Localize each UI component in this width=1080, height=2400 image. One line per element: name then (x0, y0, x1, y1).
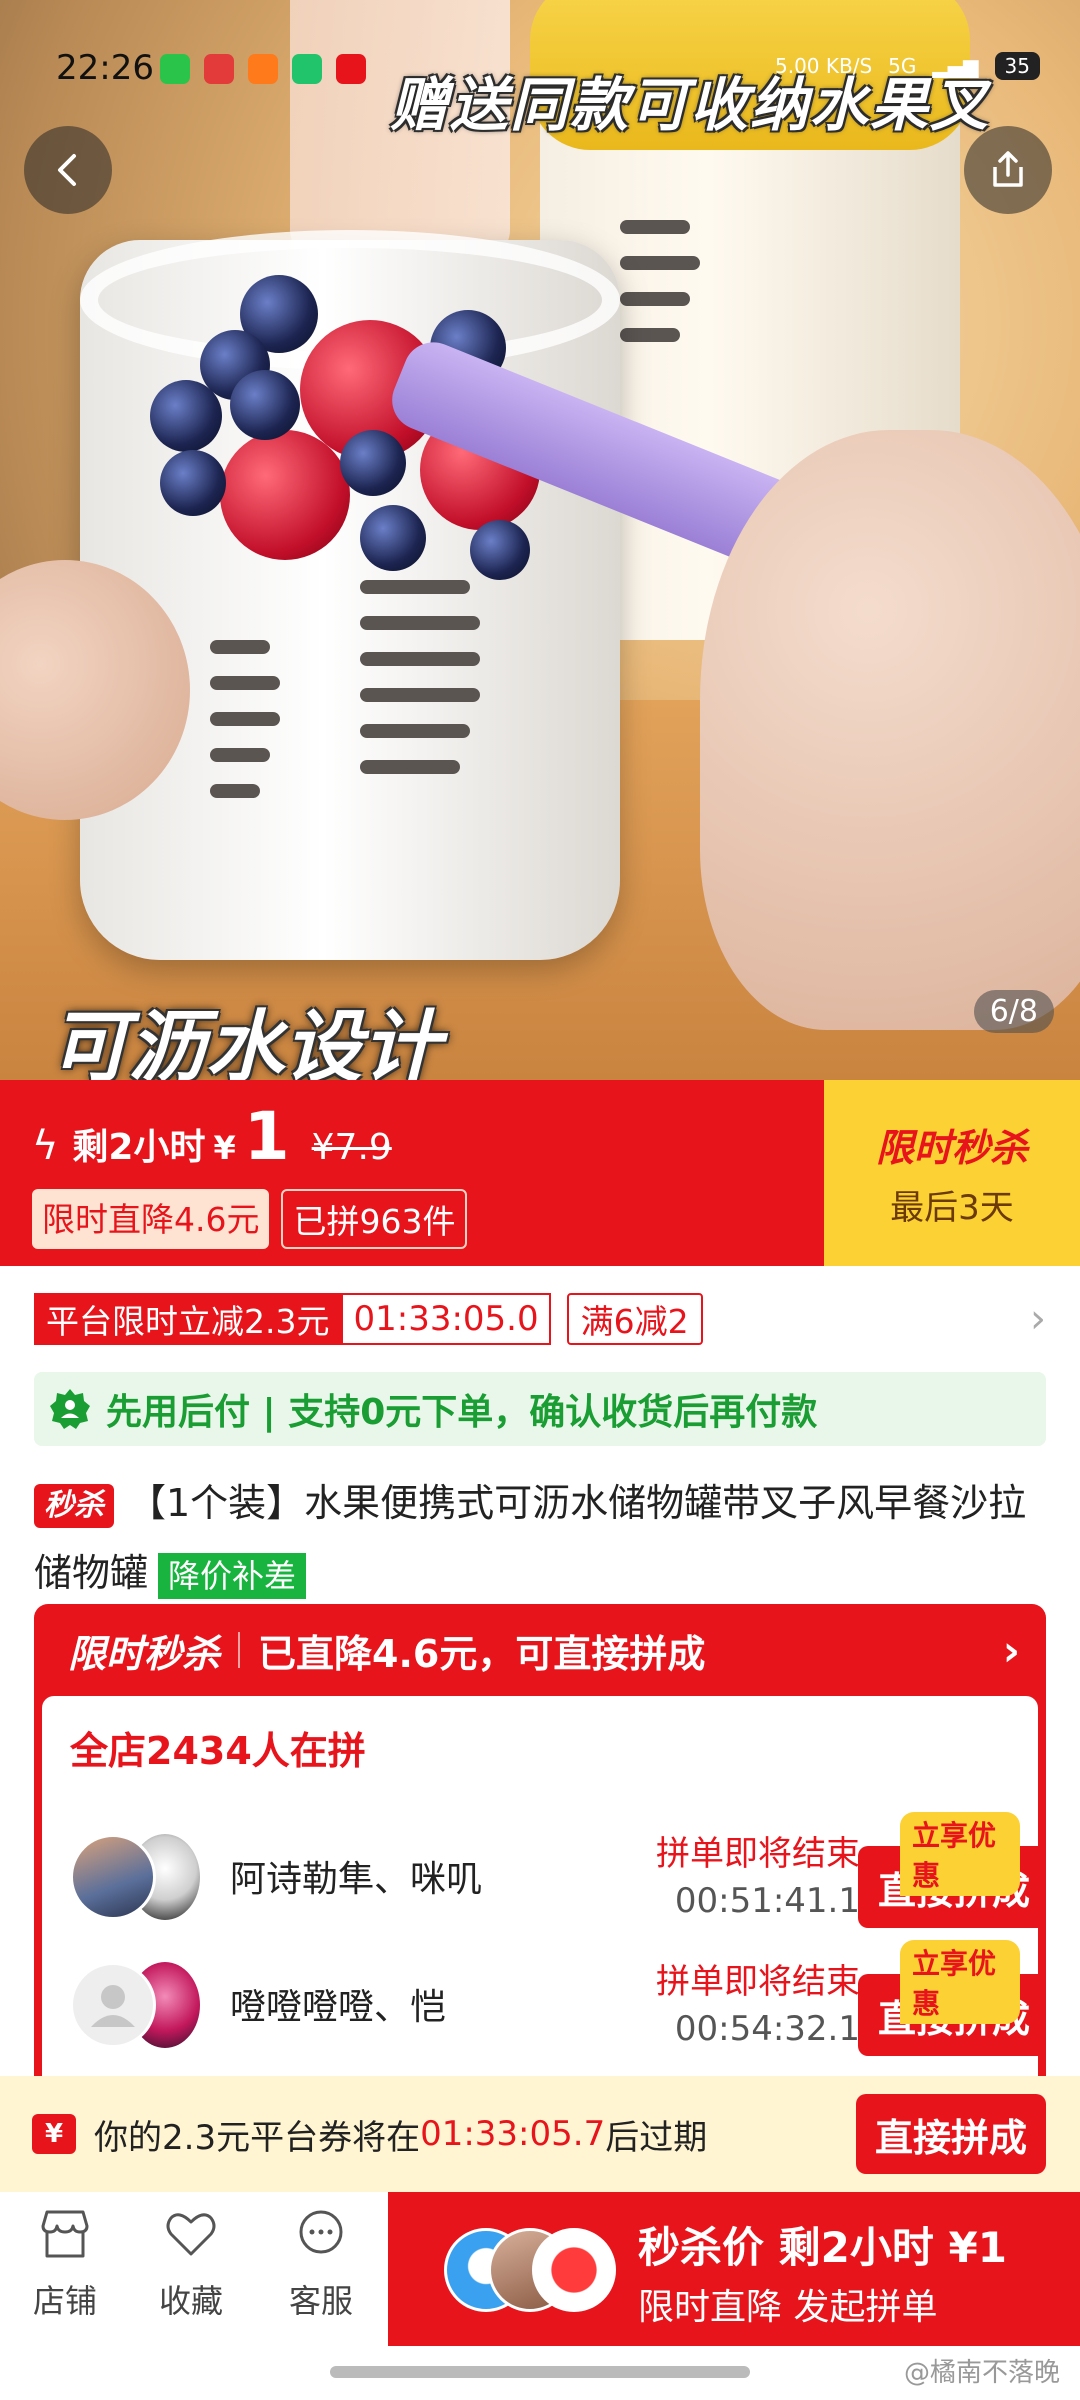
avatar (70, 1834, 156, 1920)
avatar-stack (444, 2228, 616, 2312)
blueberry (150, 380, 222, 452)
pay-later-text: 先用后付 | 支持0元下单，确认收货后再付款 (106, 1392, 818, 1433)
group-member-names: 阿诗勒隼、咪叽 (230, 1859, 483, 1900)
instant-discount-tag: 立享优惠 (900, 1940, 1020, 2024)
blueberry (340, 430, 406, 496)
remaining-time-label: 剩2小时 (72, 1127, 206, 1168)
pay-later-banner[interactable]: 先用后付 | 支持0元下单，确认收货后再付款 (34, 1372, 1046, 1446)
cta-action-line: 限时直降 发起拼单 (638, 2287, 938, 2328)
wechat-icon (160, 54, 190, 84)
original-price: ¥7.9 (311, 1127, 392, 1168)
shop-button[interactable]: 店铺 (10, 2208, 120, 2322)
group-ending-countdown: 00:54:32.1 (674, 2009, 860, 2049)
taobao-icon (248, 54, 278, 84)
coupon-expiry-bar: ¥ 你的2.3元平台券将在 01:33:05.7 后过期 直接拼成 (0, 2076, 1080, 2192)
group-buy-count: 全店2434人在拼 (70, 1729, 366, 1773)
share-icon (993, 151, 1023, 187)
battery-level: 35 (994, 52, 1040, 80)
platform-discount: 平台限时立减2.3元 (34, 1293, 342, 1345)
bottom-action-bar: 店铺 收藏 客服 秒杀价 剩2小时 ¥1 限时直降 发起拼单 (0, 2192, 1080, 2346)
status-time: 22:26 (56, 48, 154, 88)
coupon-icon: ¥ (32, 2114, 76, 2154)
seckill-badge: 秒杀 (34, 1483, 114, 1528)
sale-price: 1 (243, 1098, 290, 1175)
coupon-row[interactable]: 平台限时立减2.3元 01:33:05.0 满6减2 › (34, 1292, 1046, 1346)
group-ending-countdown: 00:51:41.1 (674, 1881, 860, 1921)
divider (238, 1632, 241, 1668)
chevron-right-icon: › (1030, 1296, 1046, 1342)
product-image[interactable]: 赠送同款可收纳水果叉 可沥水设计 (0, 0, 1080, 1080)
price-subsidy-badge[interactable]: 降价补差 (158, 1552, 307, 1599)
cta-price-line: 秒杀价 剩2小时 ¥1 (638, 2223, 1007, 2272)
service-button[interactable]: 客服 (266, 2208, 376, 2322)
chevron-left-icon (58, 154, 76, 186)
group-buy-panel: 限时秒杀 已直降4.6元，可直接拼成 › 全店2434人在拼 阿诗勒隼、咪叽 拼… (34, 1604, 1046, 2124)
expiry-text-after: 后过期 (605, 2117, 708, 2158)
discount-countdown: 01:33:05.0 (341, 1293, 551, 1345)
signal-label: 5G (888, 54, 917, 78)
lightning-icon: ϟ (32, 1123, 59, 1169)
image-counter: 6/8 (973, 990, 1054, 1033)
flash-sale-title: 限时秒杀 (875, 1126, 1028, 1170)
bank-app-icon (204, 54, 234, 84)
list-item: 噔噔噔噔、恺 拼单即将结束 00:54:32.1 直接拼成 立享优惠 (70, 1940, 1046, 2056)
avatar (70, 1962, 156, 2048)
strawberry (220, 430, 350, 560)
default-user-icon (91, 1985, 135, 2027)
message-app-icon (292, 54, 322, 84)
price-banner: ϟ 剩2小时 ¥ 1 ¥7.9 限时直降4.6元 已拼963件 限时秒杀 最后3… (0, 1080, 1080, 1266)
expiry-join-button[interactable]: 直接拼成 (856, 2094, 1046, 2174)
flash-sale-badge: 限时秒杀 最后3天 (824, 1080, 1080, 1266)
blueberry (470, 520, 530, 580)
notification-icons (160, 54, 366, 84)
list-item: 阿诗勒隼、咪叽 拼单即将结束 00:51:41.1 直接拼成 立享优惠 (70, 1812, 1046, 1928)
product-title: 秒杀 【1个装】水果便携式可沥水储物罐带叉子风早餐沙拉储物罐 降价补差 (34, 1468, 1054, 1608)
chevron-right-icon: › (1002, 1625, 1020, 1675)
share-button[interactable] (964, 126, 1052, 214)
shop-label: 店铺 (32, 2282, 97, 2320)
group-ending-label: 拼单即将结束 (656, 1834, 860, 1874)
tmall-icon (336, 54, 366, 84)
chat-bubble-icon (299, 2210, 343, 2254)
pay-later-badge-icon (50, 1389, 90, 1429)
instant-discount-tag: 立享优惠 (900, 1812, 1020, 1896)
group-ending: 拼单即将结束 00:54:32.1 (620, 1954, 860, 2049)
blueberry (360, 505, 426, 571)
price-drop-tag: 限时直降4.6元 (32, 1189, 270, 1249)
group-buy-list: 全店2434人在拼 阿诗勒隼、咪叽 拼单即将结束 00:51:41.1 直接拼成… (42, 1696, 1046, 2124)
group-buy-flash-label: 限时秒杀 (68, 1631, 221, 1676)
service-label: 客服 (288, 2282, 353, 2320)
heart-icon (166, 2213, 216, 2256)
watermark: @橘南不落晚 (903, 2358, 1060, 2388)
signal-icon: ▂▄▆ (932, 54, 979, 78)
fruit-cup-slots (360, 580, 480, 774)
group-buy-header-text: 已直降4.6元，可直接拼成 (258, 1631, 706, 1676)
group-ending-label: 拼单即将结束 (656, 1962, 860, 2002)
home-indicator[interactable] (330, 2366, 750, 2378)
currency-symbol: ¥ (213, 1129, 236, 1167)
blueberry (230, 370, 300, 440)
network-speed: 5.00 KB/S (774, 54, 873, 78)
avatar (532, 2228, 616, 2312)
start-group-buy-button[interactable]: 秒杀价 剩2小时 ¥1 限时直降 发起拼单 (388, 2192, 1080, 2346)
store-icon (41, 2210, 89, 2258)
flash-sale-subtitle: 最后3天 (890, 1188, 1014, 1228)
hand-right (700, 430, 1080, 1030)
group-buy-header[interactable]: 限时秒杀 已直降4.6元，可直接拼成 › (34, 1604, 1046, 1696)
status-right: 5.00 KB/S 5G ▂▄▆ 35 (775, 52, 1040, 80)
group-member-names: 噔噔噔噔、恺 (230, 1987, 447, 2028)
image-caption-bottom: 可沥水设计 (50, 1003, 441, 1080)
group-ending: 拼单即将结束 00:51:41.1 (620, 1826, 860, 1921)
expiry-countdown: 01:33:05.7 (420, 2114, 606, 2154)
sold-count-tag: 已拼963件 (281, 1189, 468, 1249)
background-cup-slots (620, 220, 700, 342)
favorite-label: 收藏 (158, 2282, 223, 2320)
fruit-cup-slots-left (210, 640, 280, 798)
back-button[interactable] (24, 126, 112, 214)
full-reduction-coupon: 满6减2 (566, 1293, 703, 1345)
favorite-button[interactable]: 收藏 (136, 2208, 246, 2322)
expiry-text-before: 你的2.3元平台券将在 (94, 2117, 421, 2158)
status-bar: 22:26 5.00 KB/S 5G ▂▄▆ 35 (0, 0, 1080, 100)
blueberry (160, 450, 226, 516)
